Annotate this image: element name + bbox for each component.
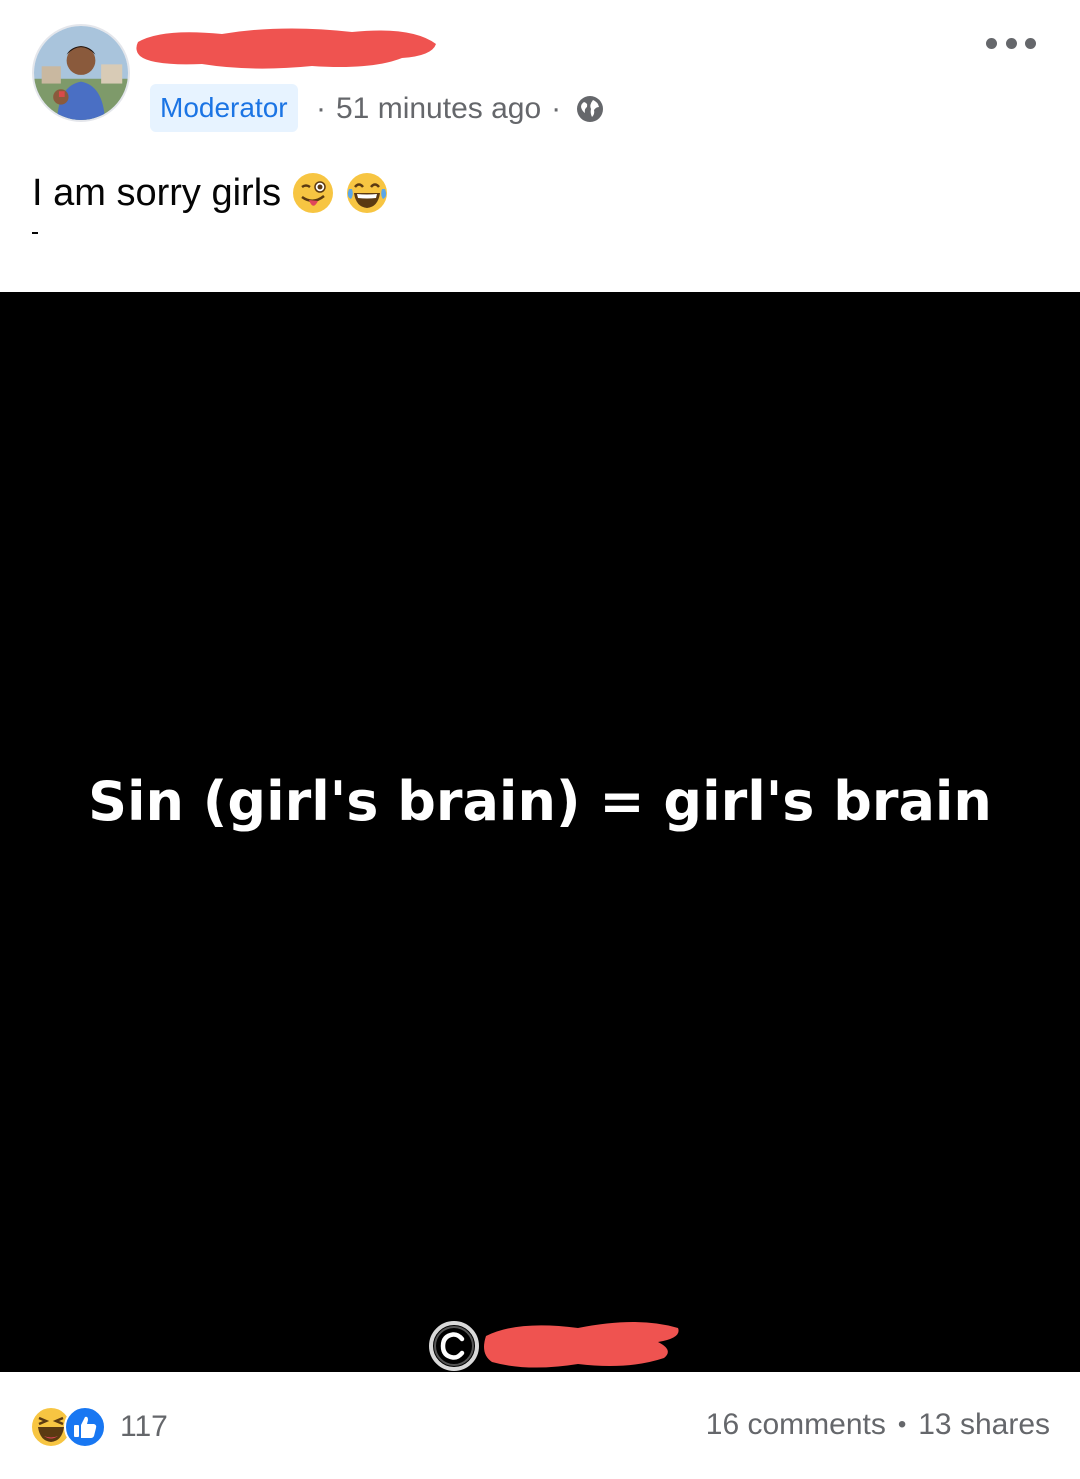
reactions-summary[interactable]: 117 — [30, 1406, 168, 1448]
tears-of-joy-emoji-icon — [347, 173, 388, 213]
more-dot — [1025, 37, 1036, 49]
post-body: I am sorry girls — [32, 166, 389, 220]
engagement-stats: 16 comments • 13 shares — [706, 1408, 1050, 1442]
meta-separator: · — [551, 92, 562, 125]
more-dot — [1005, 37, 1017, 49]
redacted-credit — [484, 1322, 679, 1368]
more-options-button[interactable] — [986, 28, 1036, 58]
comments-count-link[interactable]: 16 comments — [706, 1408, 886, 1442]
post-timestamp[interactable]: 51 minutes ago — [336, 88, 541, 130]
post-text: I am sorry girls — [32, 172, 282, 214]
copyright-icon — [429, 1321, 479, 1371]
globe-icon[interactable] — [575, 94, 605, 124]
post-image[interactable]: Sin (girl's brain) = girl's brain — [0, 292, 1080, 1372]
winking-tongue-emoji-icon — [293, 173, 334, 213]
meta-separator: · — [316, 92, 326, 125]
post-meta: · 51 minutes ago · — [306, 88, 605, 130]
redacted-author-name — [136, 28, 436, 69]
author-avatar[interactable] — [32, 24, 130, 122]
reaction-count: 117 — [120, 1410, 168, 1443]
stats-separator: • — [897, 1411, 907, 1438]
like-reaction-icon — [64, 1406, 106, 1448]
text-fragment — [32, 232, 38, 234]
avatar-photo — [34, 26, 128, 120]
more-dot — [986, 37, 997, 49]
meme-caption: Sin (girl's brain) = girl's brain — [88, 770, 992, 833]
post-footer: 117 16 comments • 13 shares — [0, 1372, 1080, 1479]
moderator-badge: Moderator — [150, 84, 298, 132]
shares-count-link[interactable]: 13 shares — [918, 1408, 1050, 1442]
